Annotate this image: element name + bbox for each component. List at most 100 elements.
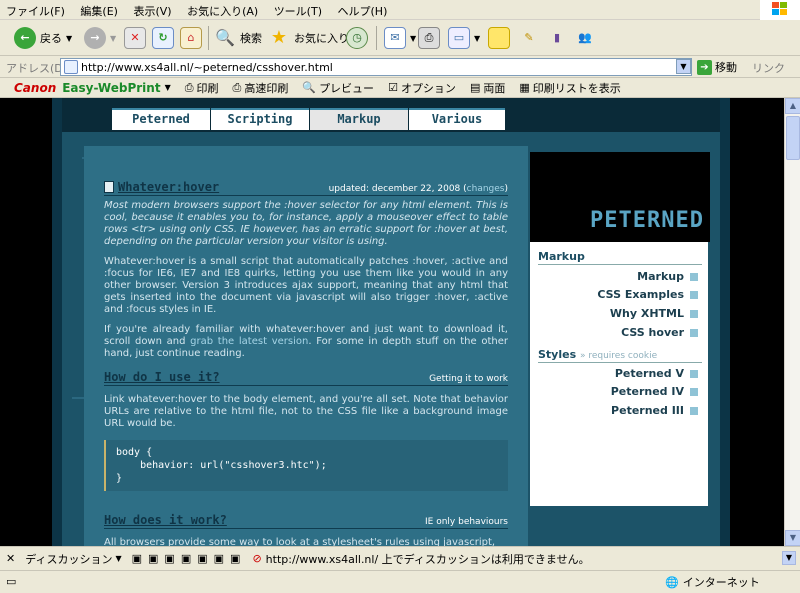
tab-markup[interactable]: Markup [310, 108, 408, 130]
tab-scripting[interactable]: Scripting [211, 108, 309, 130]
home-button[interactable]: ⌂ [180, 25, 202, 51]
go-arrow-icon: ➔ [697, 59, 712, 75]
refresh-discussion-icon[interactable]: ▣ [214, 552, 224, 565]
print-list-button[interactable]: ▦ 印刷リストを表示 [519, 80, 620, 96]
tab-various[interactable]: Various [409, 108, 505, 130]
sidebar-item-why-xhtml[interactable]: Why XHTML [610, 307, 698, 320]
sidebar-item-peterned-iv[interactable]: Peterned IV [611, 385, 698, 398]
checklist-icon: ☑ [388, 81, 398, 94]
latest-version-link[interactable]: grab the latest version [190, 336, 308, 347]
back-dropdown-icon[interactable]: ▼ [66, 34, 72, 43]
sidebar-item-peterned-iii[interactable]: Peterned III [611, 404, 698, 417]
menu-help[interactable]: ヘルプ(H) [332, 0, 394, 19]
stop-button[interactable]: ✕ [124, 25, 146, 51]
page-frame-right [720, 98, 730, 546]
subscribe-icon[interactable]: ▣ [230, 552, 240, 565]
page-icon [64, 60, 78, 74]
back-arrow-icon: ← [14, 27, 36, 49]
easy-webprint-dropdown-icon[interactable]: ▼ [165, 83, 171, 92]
scroll-down-icon[interactable]: ▼ [785, 530, 800, 546]
mail-button[interactable]: ✉ ▼ [384, 25, 416, 51]
scroll-thumb[interactable] [786, 116, 800, 160]
messenger-icon: 👥 [578, 31, 592, 44]
edit-button[interactable]: ▭ ▼ [448, 25, 480, 51]
sidebar-item-css-examples[interactable]: CSS Examples [597, 288, 698, 301]
updated-text: updated: december 22, 2008 ( [328, 184, 467, 194]
discussion-menu[interactable]: ディスカッション [25, 551, 112, 567]
windows-logo-icon [760, 0, 800, 20]
address-bar: アドレス(D) http://www.xs4all.nl/~peterned/c… [0, 56, 800, 78]
forward-arrow-icon: → [84, 27, 106, 49]
sidebar-item-css-hover[interactable]: CSS hover [621, 326, 698, 339]
back-button[interactable]: ← 戻る ▼ [14, 25, 72, 51]
list-icon: ▦ [519, 81, 530, 94]
reply-icon[interactable]: ▣ [164, 552, 174, 565]
discussion-tools: ▣ ▣ ▣ ▣ ▣ ▣ ▣ [132, 552, 241, 565]
paragraph-how: All browsers provide some way to look at… [104, 537, 496, 546]
requires-cookie-note: » requires cookie [579, 351, 658, 361]
media-button[interactable]: ▮ [546, 25, 568, 51]
sidebar-item-markup[interactable]: Markup [637, 270, 698, 283]
scroll-up-icon[interactable]: ▲ [785, 98, 800, 114]
menu-tools[interactable]: ツール(T) [268, 0, 328, 19]
sidebar-heading-styles: Styles » requires cookie [538, 348, 702, 363]
discuss-button[interactable] [488, 25, 510, 51]
updated-close: ) [504, 184, 508, 194]
sidebar-item-peterned-v[interactable]: Peterned V [615, 367, 698, 380]
search-label: 検索 [240, 32, 262, 45]
mail-icon: ✉ [384, 27, 406, 49]
menu-edit[interactable]: 編集(E) [74, 0, 124, 19]
preview-button[interactable]: 🔍 プレビュー [302, 80, 374, 96]
unavailable-icon: ⊘ [252, 552, 262, 565]
globe-icon: 🌐 [665, 575, 679, 589]
sidebar-item-label: CSS hover [621, 326, 684, 339]
discussion-dropdown-icon[interactable]: ▼ [115, 554, 121, 563]
section-title-work: How does it work? [104, 513, 227, 527]
hq-print-label: 高速印刷 [244, 81, 289, 95]
discussion-bar: ✕ ディスカッション ▼ ▣ ▣ ▣ ▣ ▣ ▣ ▣ ⊘ http://www.… [0, 546, 800, 570]
tab-peterned[interactable]: Peterned [112, 108, 210, 130]
refresh-icon: ↻ [152, 27, 174, 49]
duplex-icon: ▤ [469, 81, 481, 94]
document-icon [104, 181, 114, 193]
media-icon: ▮ [553, 31, 561, 44]
close-icon[interactable]: ✕ [6, 552, 15, 565]
paragraph-description: Whatever:hover is a small script that au… [104, 256, 508, 315]
address-input[interactable]: http://www.xs4all.nl/~peterned/csshover.… [60, 58, 692, 76]
print-button[interactable]: ⎙ 印刷 [185, 80, 219, 96]
hq-print-button[interactable]: ⎙ 高速印刷 [233, 80, 289, 96]
print-button[interactable]: ⎙ [418, 25, 440, 51]
changes-link[interactable]: changes [467, 184, 505, 194]
paragraph-usage: Link whatever:hover to the body element,… [104, 394, 508, 429]
address-label: アドレス(D) [6, 62, 68, 75]
canon-logo: Canon [14, 80, 57, 95]
preview-icon: 🔍 [302, 81, 317, 94]
go-button[interactable]: ➔ 移動 [697, 59, 737, 75]
favorites-label: お気に入り [294, 32, 349, 45]
forward-button[interactable]: → ▼ [84, 25, 116, 51]
insert-discussion-icon[interactable]: ▣ [132, 552, 142, 565]
easy-webprint-menu[interactable]: Easy-WebPrint [62, 81, 160, 95]
vertical-scrollbar[interactable]: ▲ ▼ [784, 98, 800, 546]
menu-favorites[interactable]: お気に入り(A) [181, 0, 264, 19]
links-toolbar[interactable]: リンク [752, 60, 785, 76]
menu-view[interactable]: 表示(V) [127, 0, 177, 19]
collapse-icon[interactable]: ▣ [197, 552, 207, 565]
research-button[interactable]: ✎ [518, 25, 540, 51]
bullet-square-icon [690, 290, 698, 299]
forward-dropdown-icon[interactable]: ▼ [110, 34, 116, 43]
expand-icon[interactable]: ▣ [181, 552, 191, 565]
article-header: Whatever:hover updated: december 22, 200… [104, 180, 508, 196]
history-button[interactable]: ◷ [346, 25, 368, 51]
edit-discussion-icon[interactable]: ▣ [148, 552, 158, 565]
discussion-scroll-icon[interactable]: ▼ [782, 551, 796, 565]
options-button[interactable]: ☑ オプション [388, 80, 456, 96]
print-list-label: 印刷リストを表示 [532, 81, 621, 95]
address-dropdown-icon[interactable]: ▼ [676, 59, 691, 74]
messenger-button[interactable]: 👥 [574, 25, 596, 51]
menu-file[interactable]: ファイル(F) [0, 0, 71, 19]
refresh-button[interactable]: ↻ [152, 25, 174, 51]
favorites-button[interactable]: ★ お気に入り [268, 25, 349, 51]
duplex-button[interactable]: ▤ 両面 [470, 80, 505, 96]
search-button[interactable]: 🔍 検索 [214, 25, 262, 51]
